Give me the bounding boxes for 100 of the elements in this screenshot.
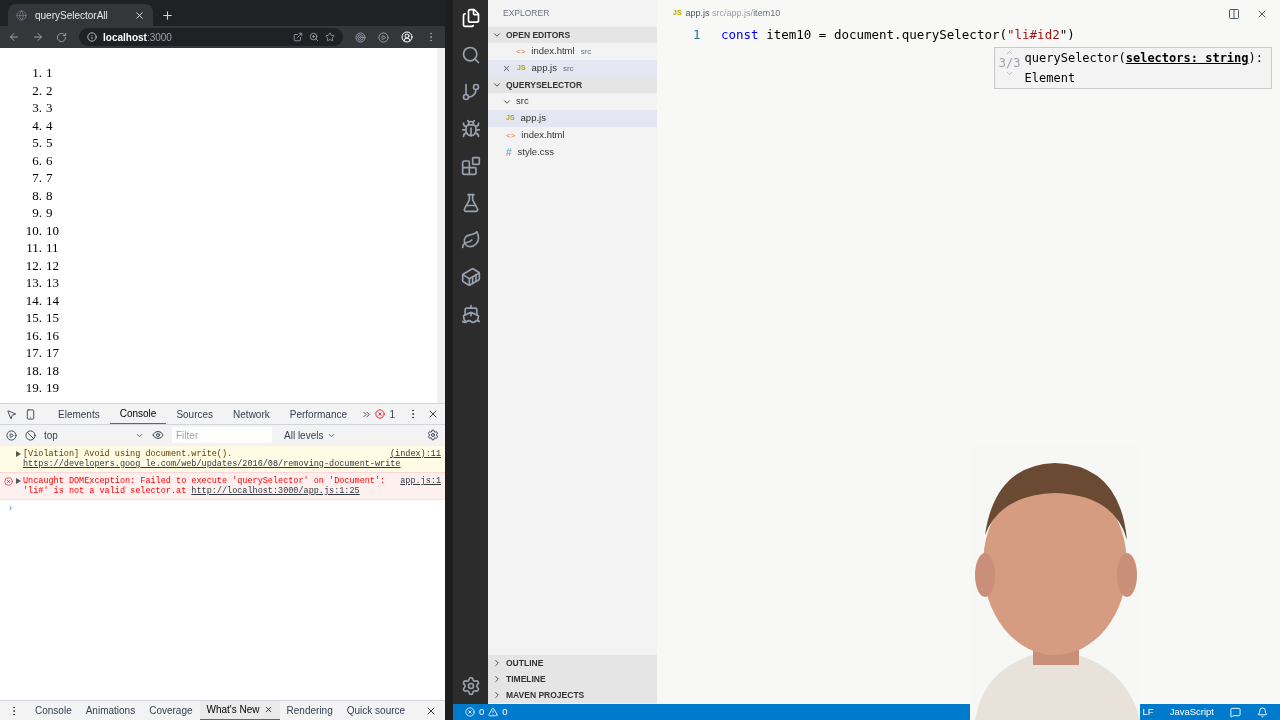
drawer-tab[interactable]: Quick source [339, 700, 413, 720]
html-file-icon: <> [516, 45, 526, 58]
language-indicator[interactable]: JavaScript [1169, 704, 1214, 720]
extension-icon[interactable] [378, 31, 389, 43]
target-icon[interactable] [355, 31, 366, 43]
message-link[interactable]: http://localhost:3000/app.js:1:25 [191, 486, 360, 496]
settings-icon[interactable] [427, 429, 439, 441]
source-link[interactable]: app.js:1 [400, 476, 441, 496]
filter-field[interactable]: Filter [172, 427, 272, 443]
sidebar-toggle-icon[interactable] [6, 429, 17, 441]
devtools-tab[interactable]: Network [223, 403, 280, 425]
branch-icon[interactable] [460, 82, 481, 102]
extensions-icon[interactable] [460, 156, 481, 176]
drawer-tab[interactable]: Animations [78, 700, 143, 720]
error-icon [4, 477, 13, 486]
info-icon [87, 32, 97, 42]
line-number: 1 [692, 26, 702, 44]
list-item: 10. 10 [24, 221, 60, 239]
bell-icon[interactable] [1257, 706, 1268, 718]
close-icon[interactable] [134, 9, 145, 21]
list-item: 9. 9 [31, 204, 54, 222]
close-icon[interactable] [427, 408, 439, 420]
devtools-tab[interactable]: Elements [48, 403, 110, 425]
drawer-tab[interactable]: Console [28, 700, 79, 720]
clear-icon[interactable] [25, 429, 36, 441]
list-item: 14. 14 [24, 291, 60, 309]
list-item: 16. 16 [24, 326, 60, 344]
expand-triangle-icon[interactable] [16, 478, 21, 484]
warning-count[interactable]: 0 [502, 704, 508, 720]
section-header[interactable]: OUTLINE [506, 656, 544, 670]
context-select[interactable]: top [44, 427, 144, 443]
inspect-icon[interactable] [6, 408, 17, 420]
message-link[interactable]: le.com/web/updates/2016/08/removing-document-write [140, 459, 401, 469]
list-item: 7. 7 [31, 169, 54, 187]
list-item: 8. 8 [31, 186, 54, 204]
list-item: 13. 13 [24, 274, 60, 292]
error-message: Uncaught DOMException: Failed to execute 'querySelector' on 'Document': 'li#' is not a valid selector.at http://localhost:3000/app.js:1:25 [23, 476, 387, 496]
list-item: 2. 2 [31, 81, 54, 99]
settings-icon[interactable] [460, 676, 481, 696]
drawer-tab[interactable]: Coverage [142, 700, 200, 720]
list-item: 4. 4 [31, 116, 54, 134]
address-bar[interactable]: localhost:3000 [79, 28, 343, 46]
list-item: 1. 1 [31, 64, 54, 82]
close-icon[interactable] [263, 705, 273, 714]
url-text: localhost:3000 [103, 30, 172, 45]
debug-icon[interactable] [460, 119, 481, 139]
file-item[interactable]: <> index.html [488, 127, 657, 144]
close-icon[interactable] [502, 64, 511, 73]
search-icon[interactable] [460, 45, 481, 65]
zoom-icon[interactable] [309, 32, 319, 42]
leaf-icon[interactable] [460, 230, 481, 250]
list-item: 11. 11 [25, 239, 60, 257]
error-icon [375, 409, 386, 419]
code-line: const item10 = document.querySelector("li#id2") [721, 26, 1075, 44]
console-prompt[interactable]: › [0, 499, 445, 518]
star-icon[interactable] [325, 32, 335, 42]
list-item: 5. 5 [31, 134, 54, 152]
file-item[interactable]: <> index.html src [488, 43, 657, 60]
error-count[interactable]: 1 [389, 406, 395, 422]
list-item: 12. 12 [24, 256, 60, 274]
list-item: 19. 19 [24, 379, 60, 397]
list-item: 18. 18 [24, 361, 60, 379]
warning-icon [488, 707, 499, 717]
levels-dropdown[interactable]: All levels [280, 427, 341, 443]
hash-file-icon: # [506, 145, 512, 160]
drawer-tab[interactable]: Rendering [279, 700, 340, 720]
eol-indicator[interactable]: LF [1142, 704, 1154, 720]
list-item: 17. 17 [24, 344, 60, 362]
split-editor-icon[interactable] [1228, 7, 1240, 20]
explorer-title: EXPLORER [502, 7, 551, 21]
signature-hint: 3/3 querySelector(selectors: string): Element [993, 47, 1272, 89]
file-item[interactable]: # style.css [488, 144, 657, 161]
chevron-icon[interactable] [492, 80, 502, 90]
device-icon[interactable] [25, 408, 36, 420]
list-item: 15. 15 [24, 309, 60, 327]
globe-icon [16, 9, 27, 21]
back-icon[interactable] [8, 31, 20, 43]
html-file-icon: <> [506, 129, 516, 142]
overload-counter: 3/3 [998, 57, 1021, 69]
folder-item[interactable]: src [516, 94, 529, 109]
devtools-tab[interactable]: Sources [166, 403, 224, 425]
message-link[interactable]: https://developers.goog [23, 459, 141, 469]
reload-icon[interactable] [56, 31, 67, 43]
error-count[interactable]: 0 [479, 704, 485, 720]
feedback-icon[interactable] [1230, 706, 1241, 718]
list-item: 3. 3 [31, 99, 54, 117]
expand-triangle-icon[interactable] [16, 451, 21, 457]
open-external-icon[interactable] [293, 32, 303, 42]
list-item: 6. 6 [31, 151, 54, 169]
eye-icon[interactable] [152, 429, 164, 441]
error-icon [465, 707, 475, 717]
browser-tab[interactable]: querySelectorAll [8, 4, 153, 26]
chevron-icon[interactable] [492, 30, 502, 40]
devtools-tab[interactable]: Performance [279, 403, 357, 425]
drawer-tab[interactable]: What's New [199, 700, 280, 720]
files-icon[interactable] [460, 8, 481, 28]
forward-icon[interactable] [32, 31, 44, 43]
profile-icon[interactable] [401, 31, 413, 43]
breadcrumb[interactable]: app.js src/app.js/item10 [685, 6, 781, 21]
new-tab-icon[interactable] [161, 9, 174, 22]
